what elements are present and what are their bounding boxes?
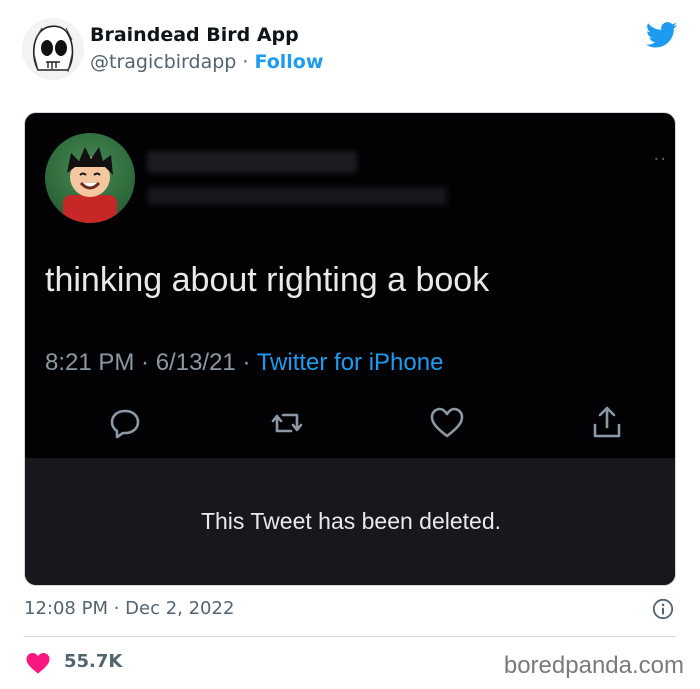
handle-row: @tragicbirdapp · Follow (90, 51, 323, 73)
follow-button[interactable]: Follow (254, 51, 323, 73)
display-name[interactable]: Braindead Bird App (90, 24, 299, 46)
share-icon (593, 406, 621, 438)
more-options-icon: ·· (653, 149, 667, 170)
heart-icon[interactable] (26, 652, 50, 674)
handle[interactable]: @tragicbirdapp (90, 51, 236, 73)
inner-avatar (45, 133, 135, 223)
sketch-skull-avatar-image (22, 18, 84, 80)
tweet-timestamp[interactable]: 12:08 PM · Dec 2, 2022 (24, 598, 234, 619)
info-icon[interactable] (652, 598, 674, 620)
inner-tweet-source: Twitter for iPhone (256, 349, 444, 376)
blurred-author-name (147, 151, 357, 173)
screenshot-media[interactable]: ·· thinking about righting a book 8:21 P… (24, 112, 676, 586)
twitter-bird-icon[interactable] (646, 22, 678, 48)
retweet-icon (271, 413, 303, 433)
deleted-tweet-panel: This Tweet has been deleted. (25, 458, 675, 585)
inner-tweet-meta: 8:21 PM · 6/13/21 · Twitter for iPhone (45, 349, 443, 377)
like-icon (430, 407, 464, 438)
blurred-author-handle (147, 187, 447, 205)
anime-character-avatar-image (63, 147, 117, 223)
profile-avatar[interactable] (22, 18, 84, 80)
inner-tweet-text: thinking about righting a book (45, 261, 490, 299)
inner-action-bar (25, 403, 675, 443)
boredpanda-watermark: boredpanda.com (503, 652, 684, 679)
reply-icon (110, 409, 140, 439)
divider (24, 636, 676, 637)
like-count[interactable]: 55.7K (64, 651, 122, 672)
inner-tweet-time: 8:21 PM · 6/13/21 · (45, 349, 257, 376)
separator: · (242, 51, 249, 73)
deleted-tweet-message: This Tweet has been deleted. (200, 508, 502, 534)
